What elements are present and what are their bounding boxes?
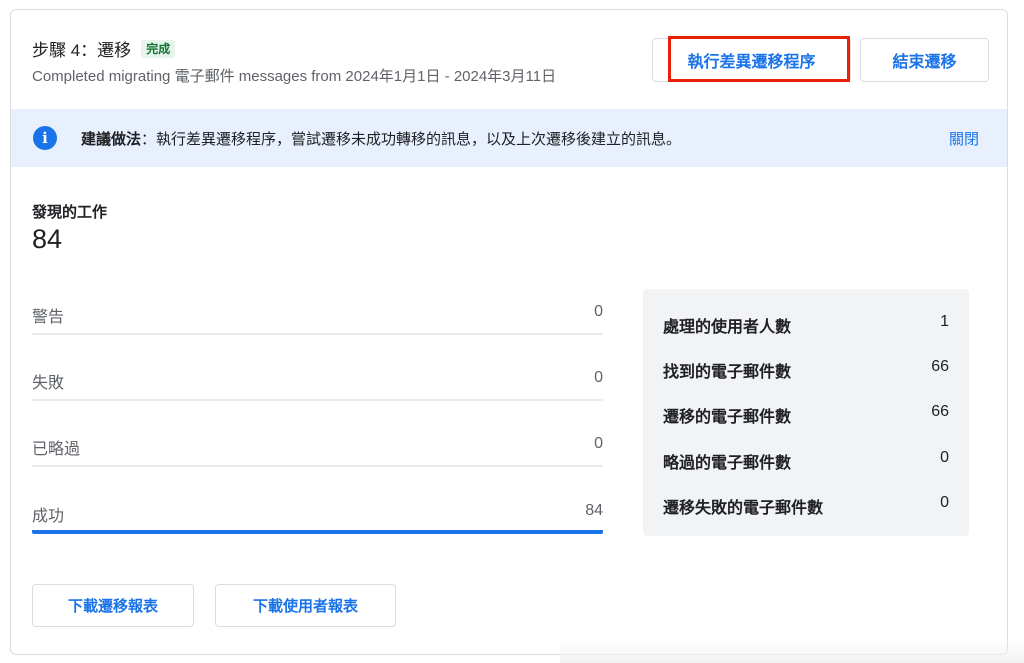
stat-row-success: 成功 84: [32, 490, 603, 534]
stat-row-skipped: 已略過 0: [32, 423, 603, 467]
summary-value: 1: [940, 313, 949, 330]
stat-label: 成功: [32, 508, 65, 525]
migration-step-card: 步驟 4：遷移 完成 Completed migrating 電子郵件 mess…: [10, 9, 1008, 655]
summary-label: 找到的電子郵件數: [663, 364, 792, 381]
summary-row-users-processed: 處理的使用者人數 1: [663, 313, 949, 337]
banner-bold-prefix: 建議做法: [81, 131, 142, 148]
migration-summary-panel: 處理的使用者人數 1 找到的電子郵件數 66 遷移的電子郵件數 66 略過的電子…: [643, 289, 969, 536]
stat-value: 0: [594, 369, 603, 386]
info-icon: i: [33, 126, 57, 150]
recommendation-banner: i 建議做法：執行差異遷移程序，嘗試遷移未成功轉移的訊息，以及上次遷移後建立的訊…: [11, 109, 1007, 167]
summary-label: 遷移失敗的電子郵件數: [663, 500, 824, 517]
end-migration-button[interactable]: 結束遷移: [860, 38, 989, 82]
step-subtitle: Completed migrating 電子郵件 messages from 2…: [32, 68, 557, 85]
summary-value: 0: [940, 494, 949, 511]
summary-label: 遷移的電子郵件數: [663, 409, 792, 426]
stat-label: 警告: [32, 309, 65, 326]
stat-label: 已略過: [32, 441, 81, 458]
summary-label: 略過的電子郵件數: [663, 455, 792, 472]
summary-row-emails-migrated: 遷移的電子郵件數 66: [663, 403, 949, 427]
summary-row-emails-found: 找到的電子郵件數 66: [663, 358, 949, 382]
stat-value: 0: [594, 435, 603, 452]
summary-value: 66: [931, 358, 949, 375]
download-user-report-button[interactable]: 下載使用者報表: [215, 584, 396, 627]
stat-row-failed: 失敗 0: [32, 357, 603, 401]
step-title-row: 步驟 4：遷移 完成: [32, 36, 176, 61]
summary-value: 0: [940, 449, 949, 466]
summary-row-emails-skipped: 略過的電子郵件數 0: [663, 449, 949, 473]
banner-close-link[interactable]: 關閉: [949, 128, 979, 149]
run-delta-migration-button[interactable]: 執行差異遷移程序: [652, 38, 851, 82]
stat-value: 0: [594, 303, 603, 320]
summary-row-emails-failed: 遷移失敗的電子郵件數 0: [663, 494, 949, 518]
summary-value: 66: [931, 403, 949, 420]
step-title: 步驟 4：遷移: [32, 41, 132, 60]
summary-label: 處理的使用者人數: [663, 319, 792, 336]
tasks-found-label: 發現的工作: [32, 204, 108, 221]
stat-value: 84: [585, 502, 603, 519]
banner-text: 建議做法：執行差異遷移程序，嘗試遷移未成功轉移的訊息，以及上次遷移後建立的訊息。: [81, 128, 681, 149]
download-migration-report-button[interactable]: 下載遷移報表: [32, 584, 194, 627]
banner-message: ：執行差異遷移程序，嘗試遷移未成功轉移的訊息，以及上次遷移後建立的訊息。: [141, 131, 682, 148]
status-badge: 完成: [141, 39, 176, 58]
stat-label: 失敗: [32, 375, 65, 392]
stat-row-warnings: 警告 0: [32, 291, 603, 335]
tasks-found-value: 84: [32, 224, 63, 254]
